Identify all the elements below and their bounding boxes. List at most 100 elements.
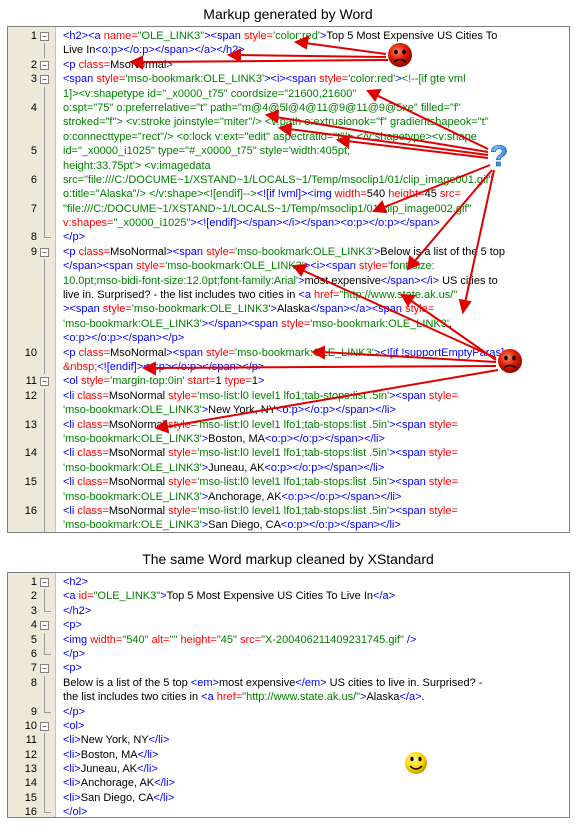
code-text: o:title="Alaska"/> </v:shape><![endif]--… bbox=[63, 188, 461, 201]
code-line[interactable]: the list includes two cities in <a href=… bbox=[8, 690, 569, 705]
code-line[interactable]: ><span style='mso-bookmark:OLE_LINK3'>Al… bbox=[8, 302, 569, 317]
collapse-toggle-icon[interactable]: − bbox=[40, 60, 49, 70]
fold-guide-line bbox=[44, 345, 45, 360]
line-number: 14 bbox=[24, 447, 37, 460]
code-line[interactable]: 1− <h2><a name="OLE_LINK3"><span style='c… bbox=[8, 29, 569, 43]
code-text: <li class=MsoNormal style='mso-list:l0 l… bbox=[63, 447, 458, 460]
code-line[interactable]: <o:p></o:p></span></p> bbox=[8, 331, 569, 346]
code-line[interactable]: 11 <li>New York, NY</li> bbox=[8, 733, 569, 748]
code-line[interactable]: 4 o:spt="75" o:preferrelative="t" path="… bbox=[8, 100, 569, 116]
code-text: </ol> bbox=[63, 806, 88, 818]
line-number: 10 bbox=[24, 346, 37, 359]
fold-guide-line bbox=[44, 475, 45, 490]
code-text: <h2> bbox=[63, 576, 89, 588]
code-text: ><span style='mso-bookmark:OLE_LINK3'>Al… bbox=[63, 303, 435, 316]
collapse-toggle-icon[interactable]: − bbox=[40, 377, 49, 387]
code-line[interactable]: 10− <ol> bbox=[8, 719, 569, 733]
code-line[interactable]: 2− <p class=MsoNormal> bbox=[8, 58, 569, 72]
code-text: <o:p></o:p></span></p> bbox=[63, 332, 185, 345]
code-line[interactable]: &nbsp;<![endif]><o:p></o:p></span></p> bbox=[8, 359, 569, 375]
clean-markup-code[interactable]: 1− <h2> 2 <a id="OLE_LINK3">Top 5 Most Exp… bbox=[8, 575, 569, 818]
code-line[interactable]: 13 <li class=MsoNormal style='mso-list:l… bbox=[8, 417, 569, 432]
code-line[interactable]: 7− <p> bbox=[8, 661, 569, 675]
line-number: 6 bbox=[30, 647, 37, 660]
code-line[interactable]: height:33.75pt'> <v:imagedata bbox=[8, 158, 569, 173]
code-line[interactable]: 'mso-bookmark:OLE_LINK3'>Boston, MA<o:p>… bbox=[8, 431, 569, 447]
code-line[interactable]: 16 <li class=MsoNormal style='mso-list:l… bbox=[8, 503, 569, 519]
collapse-toggle-icon[interactable]: − bbox=[40, 75, 49, 85]
line-number: 7 bbox=[30, 662, 37, 675]
code-line[interactable]: 5 id="_x0000_i1025" type="#_x0000_t75" st… bbox=[8, 144, 569, 159]
code-line[interactable]: 14 <li class=MsoNormal style='mso-list:l… bbox=[8, 446, 569, 461]
fold-guide-line bbox=[44, 259, 45, 274]
code-line[interactable]: 14 <li>Anchorage, AK</li> bbox=[8, 776, 569, 791]
fold-guide-line bbox=[44, 86, 45, 101]
code-line[interactable]: 'mso-bookmark:OLE_LINK3'></span><span st… bbox=[8, 316, 569, 332]
code-line[interactable]: 9 </p> bbox=[8, 704, 569, 719]
code-line[interactable]: 1]><v:shapetype id="_x0000_t75" coordsiz… bbox=[8, 86, 569, 101]
code-text: <p class=MsoNormal> bbox=[63, 58, 173, 71]
code-line[interactable]: 6 src="file:///C:/DOCUME~1/XSTAND~1/LOCAL… bbox=[8, 172, 569, 188]
code-line[interactable]: 1− <h2> bbox=[8, 575, 569, 589]
code-line[interactable]: </span><span style='mso-bookmark:OLE_LIN… bbox=[8, 259, 569, 274]
fold-guide-line bbox=[44, 690, 45, 705]
code-line[interactable]: 'mso-bookmark:OLE_LINK3'>Anchorage, AK<o… bbox=[8, 489, 569, 504]
code-line[interactable]: 'mso-bookmark:OLE_LINK3'>New York, NY<o:… bbox=[8, 403, 569, 418]
code-line[interactable]: 11− <ol style='margin-top:0in' start=1 ty… bbox=[8, 374, 569, 388]
code-line[interactable]: 16 </ol> bbox=[8, 805, 569, 818]
collapse-toggle-icon[interactable]: − bbox=[40, 578, 49, 587]
collapse-toggle-icon[interactable]: − bbox=[40, 247, 49, 257]
code-line[interactable]: Live In<o:p></o:p></span></a></h2> bbox=[8, 43, 569, 58]
line-number: 1 bbox=[30, 30, 37, 42]
code-line[interactable]: live in. Surprised? - the list includes … bbox=[8, 288, 569, 303]
code-text: 'mso-bookmark:OLE_LINK3'>Juneau, AK<o:p>… bbox=[63, 461, 385, 474]
code-line[interactable]: 12 <li>Boston, MA</li> bbox=[8, 747, 569, 763]
line-number: 3 bbox=[30, 604, 37, 617]
code-text: <li class=MsoNormal style='mso-list:l0 l… bbox=[63, 504, 458, 517]
code-line[interactable]: v:shapes="_x0000_i1025"><![endif]></span… bbox=[8, 216, 569, 231]
code-line[interactable]: 3− <span style='mso-bookmark:OLE_LINK3'>… bbox=[8, 72, 569, 86]
fold-end-marker bbox=[44, 230, 51, 239]
line-number: 8 bbox=[30, 231, 37, 244]
fold-guide-line bbox=[44, 776, 45, 791]
code-line[interactable]: 4− <p> bbox=[8, 618, 569, 632]
code-line[interactable]: 10 <p class=MsoNormal><span style='mso-bo… bbox=[8, 345, 569, 360]
fold-end-marker bbox=[44, 704, 51, 713]
collapse-toggle-icon[interactable]: − bbox=[40, 32, 49, 41]
fold-guide-line bbox=[44, 431, 45, 447]
code-line[interactable]: 'mso-bookmark:OLE_LINK3'>Juneau, AK<o:p>… bbox=[8, 460, 569, 476]
code-line[interactable]: 6 </p> bbox=[8, 646, 569, 661]
collapse-toggle-icon[interactable]: − bbox=[40, 621, 49, 631]
code-line[interactable]: 7 "file:///C:/DOCUME~1/XSTAND~1/LOCALS~1/… bbox=[8, 201, 569, 217]
code-text: Live In<o:p></o:p></span></a></h2> bbox=[63, 44, 245, 57]
code-line[interactable]: 13 <li>Juneau, AK</li> bbox=[8, 762, 569, 777]
collapse-toggle-icon[interactable]: − bbox=[40, 664, 49, 674]
code-line[interactable]: 15 <li>San Diego, CA</li> bbox=[8, 790, 569, 806]
code-line[interactable]: 15 <li class=MsoNormal style='mso-list:l… bbox=[8, 475, 569, 490]
top-caption: Markup generated by Word bbox=[203, 6, 373, 22]
code-text: <li class=MsoNormal style='mso-list:l0 l… bbox=[63, 476, 458, 489]
code-line[interactable]: 5 <img width="540" alt="" height="45" sr… bbox=[8, 632, 569, 647]
code-line[interactable]: 8 Below is a list of the 5 top <em>most … bbox=[8, 675, 569, 691]
code-line[interactable]: 8 </p> bbox=[8, 230, 569, 244]
code-text: 10.0pt;mso-bidi-font-size:12.0pt;font-fa… bbox=[63, 274, 498, 287]
code-line[interactable]: 3 </h2> bbox=[8, 603, 569, 618]
code-line[interactable]: o:connecttype="rect"/> <o:lock v:ext="ed… bbox=[8, 129, 569, 145]
code-line[interactable]: 10.0pt;mso-bidi-font-size:12.0pt;font-fa… bbox=[8, 273, 569, 289]
code-line[interactable]: 9− <p class=MsoNormal><span style='mso-bo… bbox=[8, 245, 569, 259]
code-line[interactable]: 12 <li class=MsoNormal style='mso-list:l… bbox=[8, 388, 569, 404]
code-text: 'mso-bookmark:OLE_LINK3'>Anchorage, AK<o… bbox=[63, 490, 402, 503]
code-line[interactable]: stroked="f"> <v:stroke joinstyle="miter"… bbox=[8, 115, 569, 130]
collapse-toggle-icon[interactable]: − bbox=[40, 721, 49, 731]
line-number: 9 bbox=[30, 705, 37, 718]
code-text: <li class=MsoNormal style='mso-list:l0 l… bbox=[63, 389, 458, 402]
code-line[interactable]: 2 <a id="OLE_LINK3">Top 5 Most Expensive… bbox=[8, 589, 569, 604]
code-text: &nbsp;<![endif]><o:p></o:p></span></p> bbox=[63, 360, 265, 373]
code-line[interactable]: 'mso-bookmark:OLE_LINK3'>San Diego, CA<o… bbox=[8, 518, 569, 532]
fold-guide-line bbox=[44, 288, 45, 303]
word-markup-code[interactable]: 1− <h2><a name="OLE_LINK3"><span style='c… bbox=[8, 29, 569, 532]
fold-guide-line bbox=[44, 589, 45, 604]
line-number: 5 bbox=[30, 145, 37, 158]
code-line[interactable]: o:title="Alaska"/> </v:shape><![endif]--… bbox=[8, 187, 569, 202]
fold-guide-line bbox=[44, 158, 45, 173]
